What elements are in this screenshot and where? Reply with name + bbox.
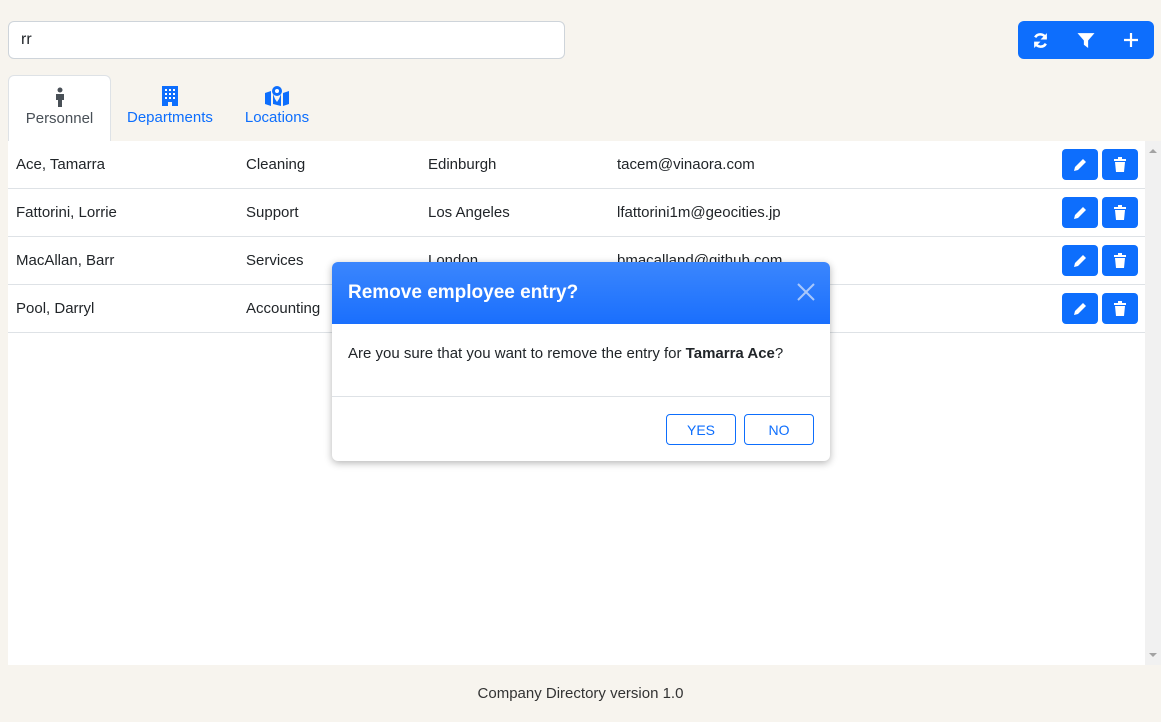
filter-icon [1077, 32, 1095, 48]
tab-personnel[interactable]: Personnel [8, 75, 111, 141]
employee-location: Edinburgh [428, 156, 497, 173]
edit-button[interactable] [1062, 245, 1098, 276]
person-icon [55, 87, 64, 107]
modal-title: Remove employee entry? [332, 262, 830, 324]
edit-button[interactable] [1062, 293, 1098, 324]
edit-button[interactable] [1062, 149, 1098, 180]
trash-icon [1114, 157, 1126, 172]
scroll-down-icon [1149, 653, 1157, 657]
tab-label: Locations [244, 109, 310, 126]
close-button[interactable] [796, 282, 816, 307]
table-row: Fattorini, Lorrie Support Los Angeles lf… [8, 189, 1145, 237]
employee-department: Cleaning [246, 156, 306, 173]
toolbar [1018, 21, 1154, 59]
employee-email: tacem@vinaora.com [617, 156, 755, 173]
employee-name: Tamarra Ace [685, 345, 775, 362]
employee-department: Services [246, 252, 304, 269]
delete-button[interactable] [1102, 293, 1138, 324]
map-location-icon [264, 86, 289, 106]
refresh-button[interactable] [1018, 21, 1063, 59]
delete-button[interactable] [1102, 197, 1138, 228]
employee-name: Fattorini, Lorrie [16, 204, 117, 221]
employee-name: Ace, Tamarra [16, 156, 105, 173]
tab-locations[interactable]: Locations [229, 75, 325, 141]
tab-label: Personnel [25, 110, 94, 127]
delete-button[interactable] [1102, 149, 1138, 180]
edit-button[interactable] [1062, 197, 1098, 228]
search-input[interactable] [8, 21, 565, 59]
employee-department: Accounting [246, 300, 321, 317]
employee-location: Los Angeles [428, 204, 510, 221]
delete-button[interactable] [1102, 245, 1138, 276]
pencil-icon [1074, 254, 1086, 267]
table-row: Ace, Tamarra Cleaning Edinburgh tacem@vi… [8, 141, 1145, 189]
employee-department: Support [246, 204, 299, 221]
trash-icon [1114, 301, 1126, 316]
add-button[interactable] [1109, 21, 1154, 59]
yes-button[interactable]: YES [666, 414, 736, 445]
scroll-up-icon [1149, 149, 1157, 153]
tab-label: Departments [127, 109, 213, 126]
message-text: Are you sure that you want to remove the… [348, 345, 686, 362]
refresh-icon [1034, 32, 1048, 48]
confirm-delete-modal: Remove employee entry? Are you sure that… [332, 262, 830, 461]
plus-icon [1124, 33, 1139, 47]
pencil-icon [1074, 302, 1086, 315]
no-button[interactable]: NO [744, 414, 814, 445]
employee-name: Pool, Darryl [16, 300, 95, 317]
filter-button[interactable] [1063, 21, 1108, 59]
building-icon [161, 86, 178, 106]
close-icon [797, 283, 815, 301]
pencil-icon [1074, 206, 1086, 219]
message-text: ? [774, 345, 784, 362]
employee-email: lfattorini1m@geocities.jp [617, 204, 781, 221]
footer-version: Company Directory version 1.0 [477, 685, 684, 702]
tab-departments[interactable]: Departments [111, 75, 229, 141]
modal-message: Are you sure that you want to remove the… [332, 324, 830, 397]
trash-icon [1114, 253, 1126, 268]
employee-name: MacAllan, Barr [16, 252, 115, 269]
trash-icon [1114, 205, 1126, 220]
tab-bar: Personnel Departments Locations [8, 75, 325, 141]
pencil-icon [1074, 158, 1086, 171]
scrollbar[interactable] [1145, 141, 1161, 665]
